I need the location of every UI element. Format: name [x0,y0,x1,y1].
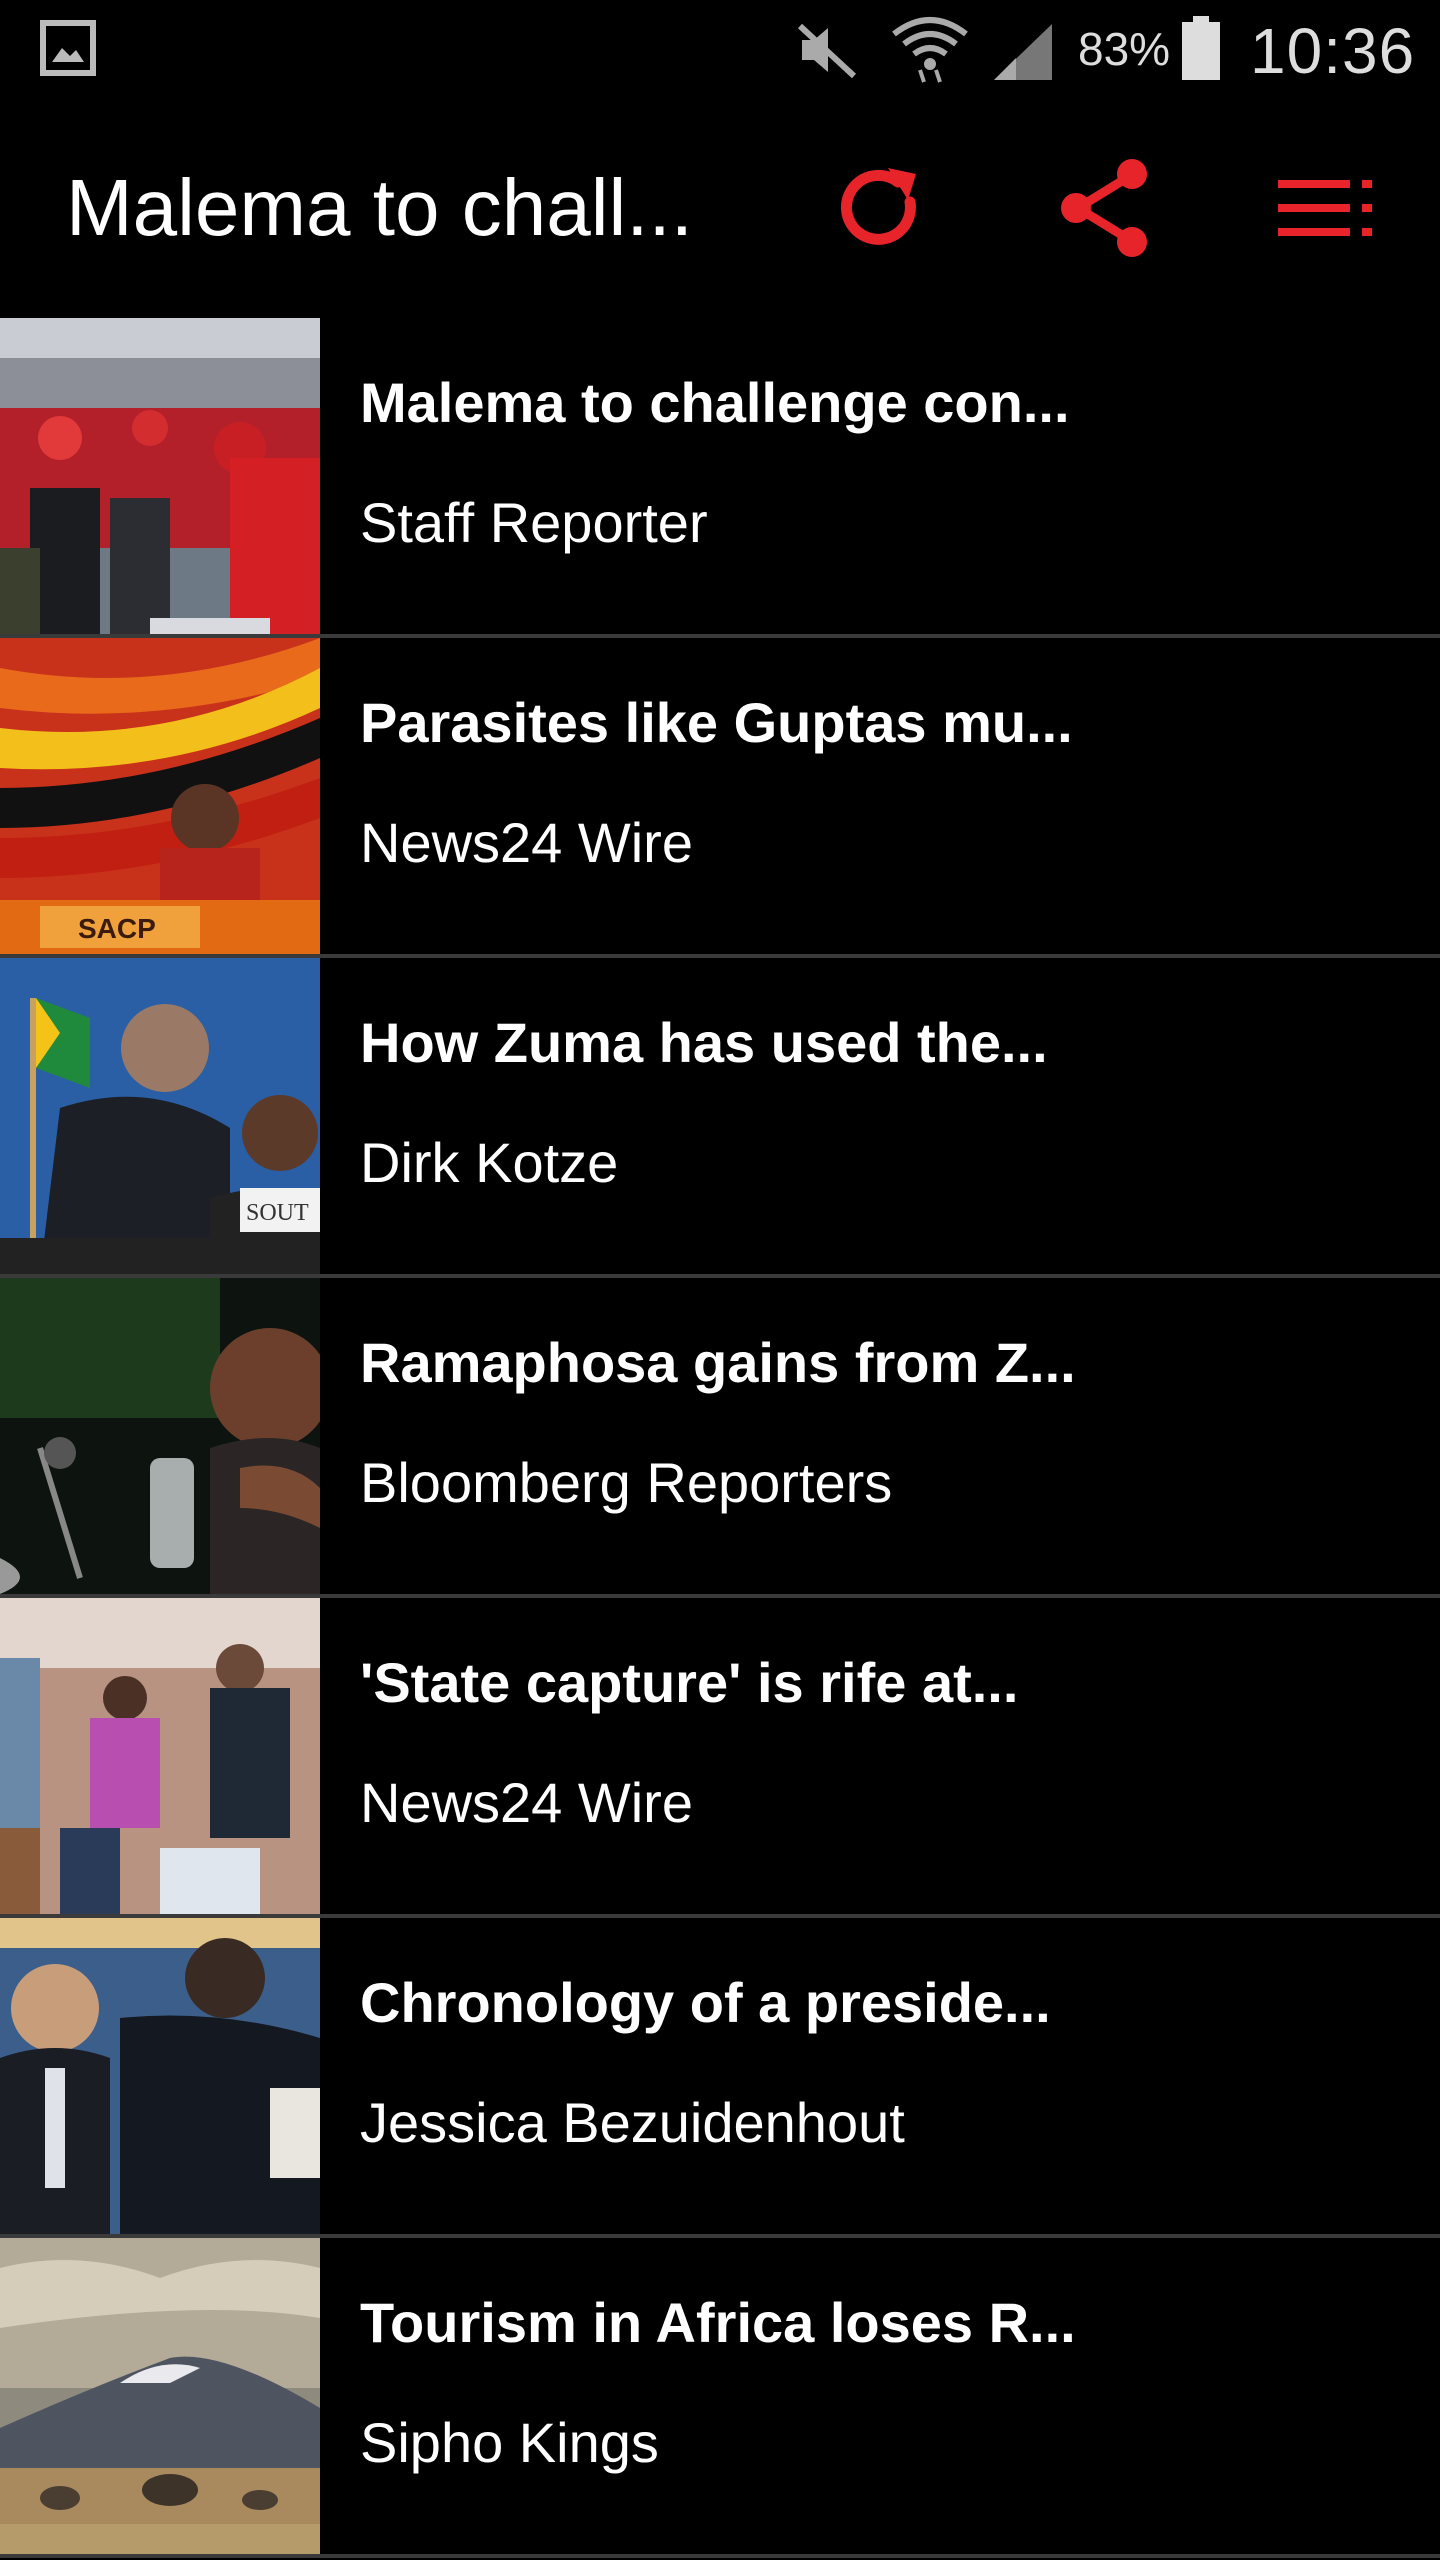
article-item[interactable]: SACP Parasites like Guptas mu... News24 … [0,638,1440,958]
mute-icon [797,23,857,79]
article-thumbnail: SOUT [0,958,320,1274]
article-author: Jessica Bezuidenhout [360,2091,905,2154]
article-author: News24 Wire [360,1771,693,1834]
article-author: Bloomberg Reporters [360,1451,893,1514]
article-title: How Zuma has used the... [360,1011,1048,1074]
article-item[interactable]: Ramaphosa gains from Z... Bloomberg Repo… [0,1278,1440,1598]
wifi-icon [892,17,968,83]
article-thumbnail [0,2238,320,2554]
article-title: Chronology of a preside... [360,1971,1051,2034]
article-title: Ramaphosa gains from Z... [360,1331,1076,1394]
article-author: News24 Wire [360,811,693,874]
article-item[interactable]: 'State capture' is rife at... News24 Wir… [0,1598,1440,1918]
article-thumbnail [0,1918,320,2234]
article-author: Staff Reporter [360,491,708,554]
article-author: Sipho Kings [360,2411,659,2474]
podium-sign-text: SACP [78,913,156,944]
article-thumbnail [0,1278,320,1594]
article-thumbnail: SACP [0,638,320,954]
placard-text: SOUT [246,1200,309,1226]
article-title: Parasites like Guptas mu... [360,691,1073,754]
status-time: 10:36 [1250,15,1416,87]
article-list: Malema to challenge con... Staff Reporte… [0,318,1440,2558]
battery-percent: 83% [1078,23,1171,75]
article-thumbnail [0,318,320,634]
menu-list-icon [1278,180,1372,236]
list-menu-button[interactable] [1268,148,1388,268]
share-button[interactable] [1044,148,1164,268]
article-item[interactable]: SOUT How Zuma has used the... Dirk Kotze [0,958,1440,1278]
article-title: Malema to challenge con... [360,371,1070,434]
article-thumbnail [0,1598,320,1914]
app-bar: Malema to chall... [0,100,1440,318]
battery-icon [1182,16,1220,80]
article-item[interactable]: Chronology of a preside... Jessica Bezui… [0,1918,1440,2238]
article-title: 'State capture' is rife at... [360,1651,1019,1714]
status-bar: 83% 10:36 [0,0,1440,100]
refresh-button[interactable] [820,148,940,268]
signal-icon [994,24,1052,80]
article-item[interactable]: Malema to challenge con... Staff Reporte… [0,318,1440,638]
share-icon [1061,159,1147,257]
article-item[interactable]: Tourism in Africa loses R... Sipho Kings [0,2238,1440,2558]
refresh-icon [840,168,916,245]
article-title: Tourism in Africa loses R... [360,2291,1076,2354]
article-author: Dirk Kotze [360,1131,619,1194]
page-title: Malema to chall... [66,163,693,252]
gallery-icon [40,20,96,76]
